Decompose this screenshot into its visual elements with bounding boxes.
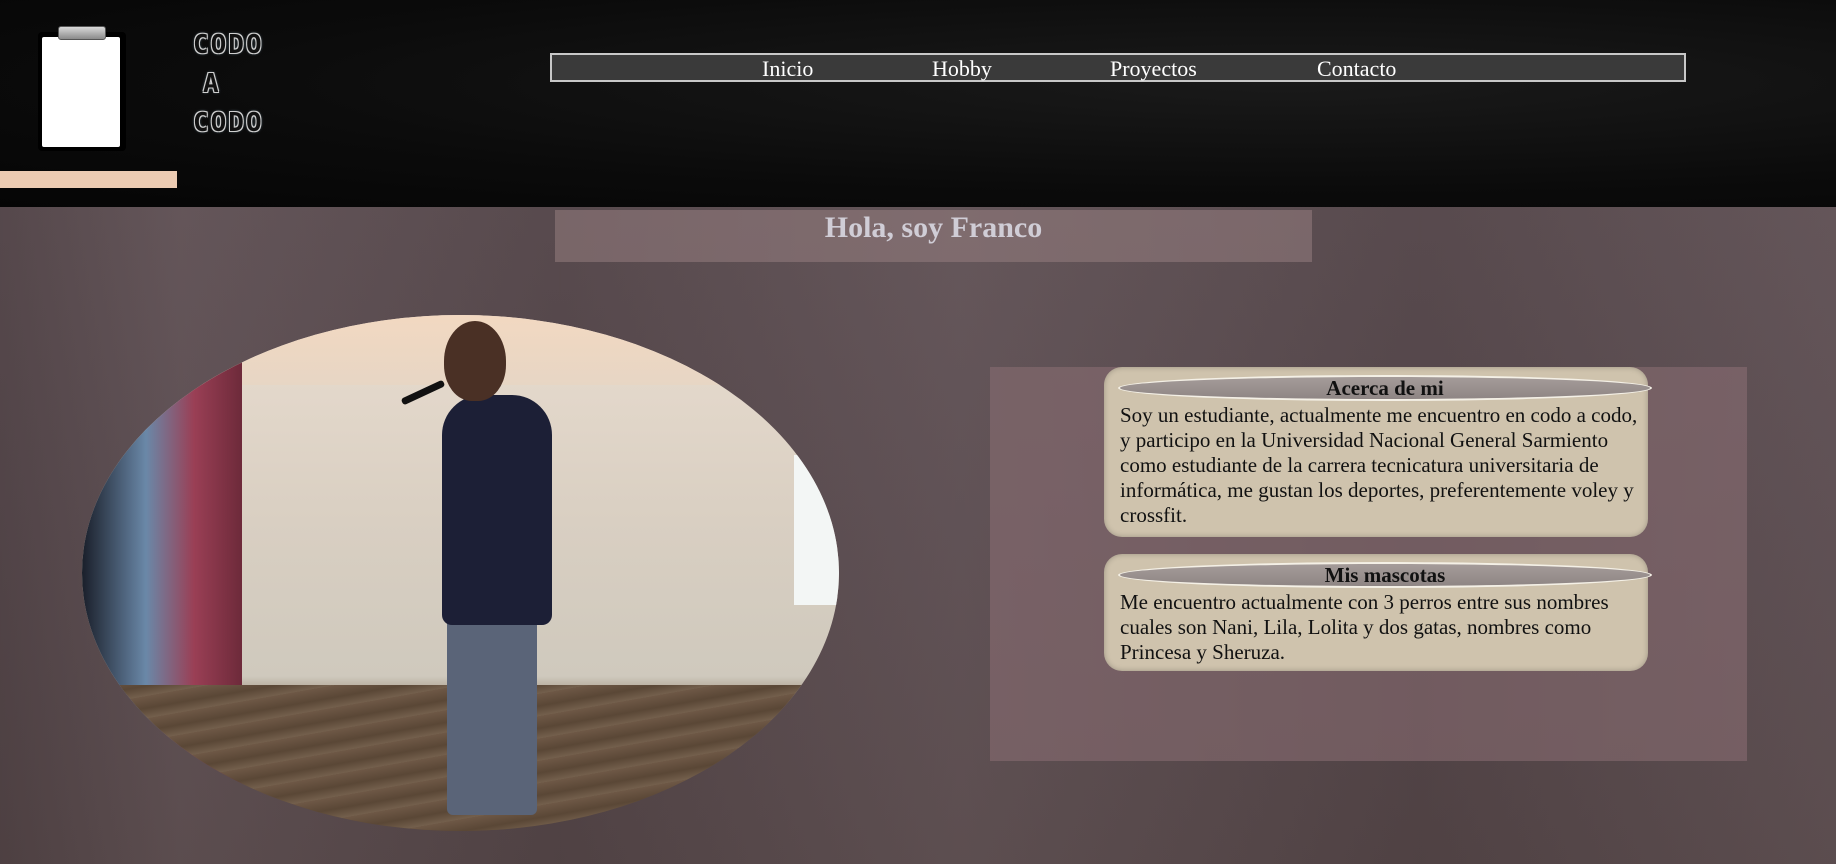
photo-ceiling [202,315,839,385]
nav-link-contacto[interactable]: Contacto [1317,56,1396,82]
main-nav: Inicio Hobby Proyectos Contacto [550,53,1686,82]
accent-bar [0,171,177,188]
site-header: CODO A CODO Inicio Hobby Proyectos Conta… [0,0,1836,207]
photo-window [794,455,839,605]
about-card-body: Soy un estudiante, actualmente me encuen… [1120,403,1638,527]
photo-person-head [444,321,506,401]
nav-link-inicio[interactable]: Inicio [762,56,813,82]
clipboard-paper [42,37,120,147]
about-card-title: Acerca de mi [1118,375,1652,401]
photo-person-legs [447,615,537,815]
logo-text-line-1: CODO [193,30,264,60]
clipboard-logo-icon[interactable] [38,26,126,151]
pets-card-body: Me encuentro actualmente con 3 perros en… [1120,590,1609,664]
nav-link-hobby[interactable]: Hobby [932,56,992,82]
nav-link-proyectos[interactable]: Proyectos [1110,56,1197,82]
photo-person-body [442,395,552,625]
greeting-banner: Hola, soy Franco [555,210,1312,262]
page-title: Hola, soy Franco [824,211,1043,244]
logo-text-line-2: A [203,69,221,99]
pets-card-title: Mis mascotas [1118,562,1652,588]
about-card: Acerca de mi Soy un estudiante, actualme… [1104,367,1652,537]
pets-card: Mis mascotas Me encuentro actualmente co… [1104,554,1652,671]
clipboard-clip [58,26,106,40]
profile-photo [82,315,839,831]
logo-text-line-3: CODO [193,108,264,138]
